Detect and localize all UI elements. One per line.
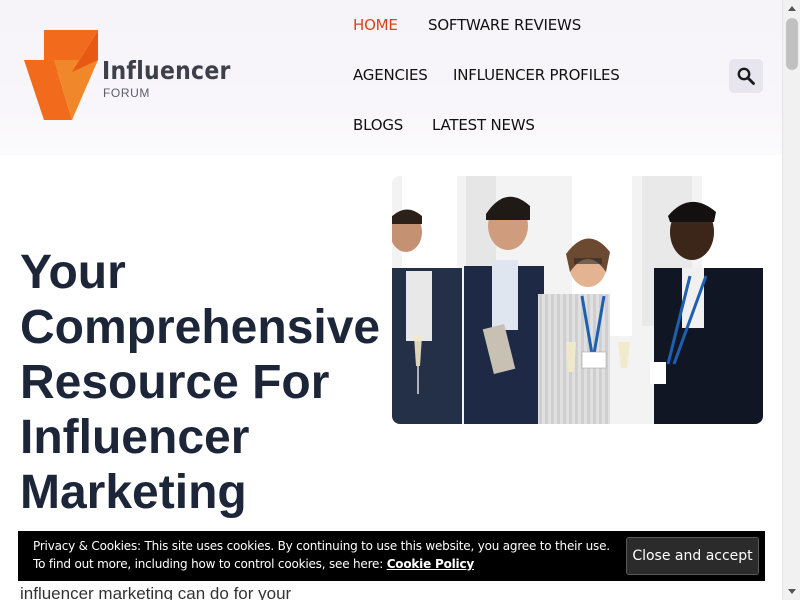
hero-body-text: influencer marketing can do for your [20,584,292,600]
scroll-down-button[interactable] [783,583,800,600]
hero-title-line: Marketing [20,466,247,519]
nav-latest-news[interactable]: LATEST NEWS [432,116,535,134]
cookie-message: Privacy & Cookies: This site uses cookie… [33,539,610,553]
logo-title: Influencer [102,56,231,85]
cookie-policy-line: To find out more, including how to contr… [33,557,474,571]
site-header: Influencer FORUM HOME SOFTWARE REVIEWS A… [0,0,782,155]
hero-title-line: Resource For [20,356,330,409]
site-logo[interactable]: Influencer FORUM [24,30,234,122]
hero-title-line: Your [20,246,126,299]
scroll-thumb[interactable] [786,18,798,70]
logo-subtitle: FORUM [103,86,150,100]
cookie-policy-link[interactable]: Cookie Policy [387,557,475,571]
scroll-up-button[interactable] [783,0,800,17]
logo-mark-icon [24,30,98,120]
cookie-policy-prefix: To find out more, including how to contr… [33,557,387,571]
search-button[interactable] [729,59,763,93]
chevron-down-icon [788,589,796,594]
business-people-networking-photo [392,176,763,424]
cookie-banner: Privacy & Cookies: This site uses cookie… [18,531,765,581]
nav-home[interactable]: HOME [353,16,398,34]
nav-software-reviews[interactable]: SOFTWARE REVIEWS [428,16,581,34]
hero-title-line: Influencer [20,411,250,464]
nav-blogs[interactable]: BLOGS [353,116,403,134]
chevron-up-icon [788,6,796,11]
hero-image [392,176,763,424]
hero-title: Your Comprehensive Resource For Influenc… [20,245,420,520]
search-icon [737,67,755,85]
page-scrollbar[interactable] [782,0,800,600]
nav-agencies[interactable]: AGENCIES [353,66,428,84]
close-and-accept-button[interactable]: Close and accept [626,537,759,575]
hero-title-line: Comprehensive [20,301,381,354]
nav-influencer-profiles[interactable]: INFLUENCER PROFILES [453,66,620,84]
